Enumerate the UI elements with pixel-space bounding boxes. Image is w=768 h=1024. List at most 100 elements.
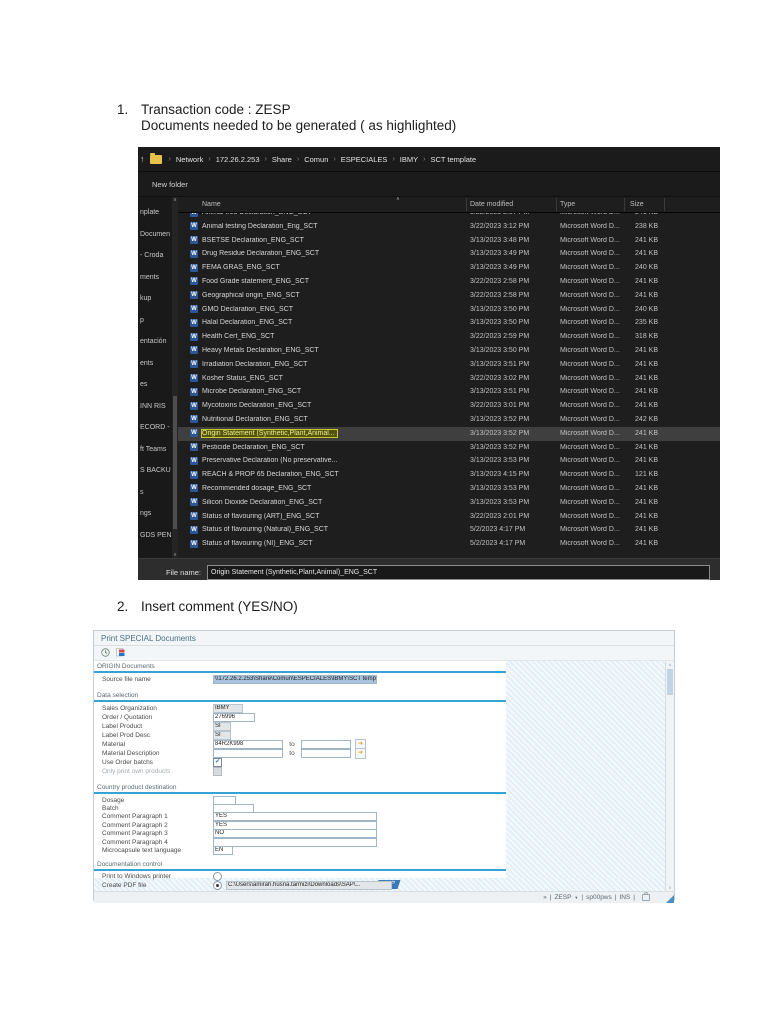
file-name: Drug Residue Declaration_ENG_SCT: [202, 250, 320, 258]
column-header-date-modified[interactable]: Date modified: [470, 201, 513, 208]
sales-org-field[interactable]: IBMY: [213, 704, 243, 713]
comment-paragraph-4-field[interactable]: [213, 837, 377, 847]
multiple-selection-icon[interactable]: ➜: [355, 748, 366, 759]
get-variant-icon[interactable]: [116, 647, 125, 659]
file-row[interactable]: W Kosher Status_ENG_SCT 3/22/2023 3:02 P…: [178, 372, 720, 386]
column-header-type[interactable]: Type: [560, 201, 575, 208]
file-row[interactable]: W Preservative Declaration (No preservat…: [178, 454, 720, 468]
up-arrow-icon[interactable]: ↑: [140, 154, 145, 164]
sidebar-item[interactable]: nplate: [138, 202, 172, 224]
file-row[interactable]: W REACH & PROP 65 Declaration_ENG_SCT 3/…: [178, 468, 720, 482]
file-row[interactable]: W Food Grade statement_ENG_SCT 3/22/2023…: [178, 275, 720, 289]
file-date-modified: 3/22/2023 2:59 PM: [470, 333, 530, 341]
breadcrumb-item[interactable]: Comun: [304, 155, 328, 164]
file-type: Microsoft Word D...: [560, 305, 620, 313]
file-row[interactable]: W Status of flavouring (NI)_ENG_SCT 5/2/…: [178, 537, 720, 551]
sidebar-item[interactable]: p: [138, 310, 172, 332]
file-row[interactable]: W Heavy Metals Declaration_ENG_SCT 3/13/…: [178, 344, 720, 358]
sidebar-item[interactable]: ngs: [138, 503, 172, 525]
file-row[interactable]: W Origin Statement (Synthetic,Plant,Anim…: [178, 426, 720, 441]
file-row[interactable]: W Geographical origin_ENG_SCT 3/22/2023 …: [178, 289, 720, 303]
file-row[interactable]: W Irradiation Declaration_ENG_SCT 3/13/2…: [178, 358, 720, 372]
sidebar-item[interactable]: Documen: [138, 224, 172, 246]
dropdown-caret-icon[interactable]: ▼: [574, 895, 578, 900]
source-file-input[interactable]: \\172.26.2.253\Share\Comun\ESPECIALES\IB…: [213, 675, 377, 684]
section-country-product-destination: Country product destination: [97, 784, 177, 791]
breadcrumb-item[interactable]: SCT template: [430, 155, 476, 164]
column-header-name[interactable]: Name: [202, 201, 221, 208]
label-product-field[interactable]: SI: [213, 722, 231, 731]
resize-grip[interactable]: [666, 895, 674, 903]
breadcrumb-item[interactable]: Share: [272, 155, 292, 164]
file-row[interactable]: W Pesticide Declaration_ENG_SCT 3/13/202…: [178, 441, 720, 455]
material-desc-to-field[interactable]: [301, 749, 351, 758]
breadcrumb-item[interactable]: 172.26.2.253: [216, 155, 260, 164]
sidebar-item[interactable]: GDS PEND: [138, 525, 172, 547]
scroll-down-icon[interactable]: ∨: [666, 884, 674, 891]
file-date-modified: 3/13/2023 3:50 PM: [470, 346, 530, 354]
chevron-right-icon: ›: [423, 155, 426, 163]
breadcrumb-item[interactable]: ESPECIALES: [341, 155, 388, 164]
sidebar-item[interactable]: ents: [138, 353, 172, 375]
step-2-number: 2.: [117, 599, 129, 614]
status-transaction[interactable]: ZESP: [554, 894, 571, 901]
sidebar-item[interactable]: es: [138, 374, 172, 396]
breadcrumb-item[interactable]: IBMY: [400, 155, 418, 164]
status-chevrons[interactable]: »: [543, 894, 547, 901]
sidebar-item[interactable]: kup: [138, 288, 172, 310]
sidebar-item[interactable]: ft Teams: [138, 439, 172, 461]
material-to-field[interactable]: [301, 740, 351, 749]
execute-icon[interactable]: [101, 647, 110, 659]
file-row[interactable]: W BSETSE Declaration_ENG_SCT 3/13/2023 3…: [178, 234, 720, 248]
microcapsule-language-field[interactable]: EN: [213, 846, 233, 856]
file-row[interactable]: W Health Cert_ENG_SCT 3/22/2023 2:59 PM …: [178, 330, 720, 344]
new-folder-button[interactable]: New folder: [152, 180, 188, 189]
word-file-icon: W: [190, 263, 198, 272]
file-row[interactable]: W Animal testing Declaration_Eng_SCT 3/2…: [178, 220, 720, 234]
material-from-field[interactable]: 84R2K998: [213, 740, 283, 749]
sidebar-item[interactable]: entación: [138, 331, 172, 353]
label-prod-desc-field[interactable]: SI: [213, 731, 231, 740]
file-row[interactable]: W Status of flavouring (ART)_ENG_SCT 3/2…: [178, 510, 720, 524]
file-row[interactable]: W Recommended dosage_ENG_SCT 3/13/2023 3…: [178, 482, 720, 496]
file-name-input[interactable]: Origin Statement (Synthetic,Plant,Animal…: [207, 564, 711, 580]
only-print-own-checkbox[interactable]: [213, 767, 222, 776]
order-quotation-field[interactable]: 276996: [213, 713, 255, 722]
file-row[interactable]: W GMO Declaration_ENG_SCT 3/13/2023 3:50…: [178, 303, 720, 317]
sidebar-item[interactable]: ments: [138, 267, 172, 289]
word-file-icon: W: [190, 360, 198, 369]
scroll-up-icon[interactable]: ∧: [666, 661, 674, 668]
create-pdf-path-field[interactable]: C:\Users\amirah.husna.tarmizi\Downloads\…: [226, 880, 392, 890]
column-header-size[interactable]: Size: [630, 201, 644, 208]
file-row[interactable]: W Status of flavouring (Natural)_ENG_SCT…: [178, 523, 720, 537]
create-pdf-radio[interactable]: [213, 880, 222, 890]
material-desc-from-field[interactable]: [213, 749, 283, 758]
status-insert-mode: INS: [619, 894, 631, 901]
file-row[interactable]: W Mycotoxins Declaration_ENG_SCT 3/22/20…: [178, 399, 720, 413]
sidebar-item[interactable]: - Croda: [138, 245, 172, 267]
file-date-modified: 3/22/2023 3:02 PM: [470, 374, 530, 382]
word-file-icon: W: [190, 222, 198, 231]
file-type: Microsoft Word D...: [560, 540, 620, 548]
breadcrumb-item[interactable]: Network: [176, 155, 204, 164]
file-row[interactable]: W Halal Declaration_ENG_SCT 3/13/2023 3:…: [178, 316, 720, 330]
file-row[interactable]: W Microbe Declaration_ENG_SCT 3/13/2023 …: [178, 385, 720, 399]
sidebar-item[interactable]: ECORD -: [138, 417, 172, 439]
file-row[interactable]: W Nutritional Declaration_ENG_SCT 3/13/2…: [178, 413, 720, 427]
comment-paragraph-1-label: Comment Paragraph 1: [102, 813, 168, 821]
file-row[interactable]: W FEMA GRAS_ENG_SCT 3/13/2023 3:49 PM Mi…: [178, 261, 720, 275]
file-type: Microsoft Word D...: [560, 222, 620, 230]
sidebar-item[interactable]: S BACKU: [138, 460, 172, 482]
scrollbar-thumb[interactable]: [667, 669, 673, 695]
file-date-modified: 3/13/2023 3:49 PM: [470, 264, 530, 272]
breadcrumb-bar: ↑ › Network › 172.26.2.253 › Share › Com…: [138, 147, 720, 172]
file-row[interactable]: W Drug Residue Declaration_ENG_SCT 3/13/…: [178, 247, 720, 261]
use-order-batchs-checkbox[interactable]: ✔: [213, 758, 222, 767]
step-1: 1. Transaction code : ZESP Documents nee…: [117, 102, 456, 134]
scrollbar-thumb[interactable]: [173, 395, 177, 530]
sap-scrollbar[interactable]: ∧ ∨: [665, 661, 674, 891]
file-name: Status of flavouring (NI)_ENG_SCT: [202, 540, 313, 548]
sidebar-item[interactable]: INN RIS: [138, 396, 172, 418]
file-row[interactable]: W Silicon Dioxide Declaration_ENG_SCT 3/…: [178, 496, 720, 510]
sidebar-item[interactable]: s: [138, 482, 172, 504]
